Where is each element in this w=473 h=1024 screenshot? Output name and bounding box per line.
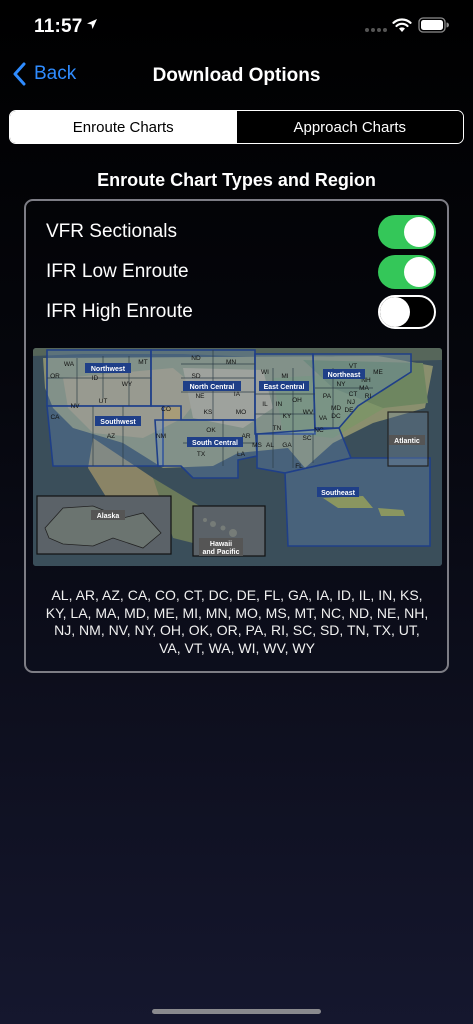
state-label: CA [50, 414, 60, 421]
battery-icon [418, 17, 449, 33]
region-label: Alaska [97, 513, 120, 520]
region-map[interactable]: WA MT ND MN OR ID SD WI WY NE IA NV UT CO KS MO … [33, 348, 442, 566]
region-label: Northeast [328, 372, 361, 379]
state-label: MT [138, 359, 147, 366]
tab-approach-charts[interactable]: Approach Charts [236, 111, 463, 143]
state-label: WI [261, 369, 269, 376]
state-label: VA [319, 415, 328, 422]
navigation-bar: Back Download Options [0, 52, 473, 100]
toggle-label: VFR Sectionals [46, 221, 177, 242]
chart-type-segmented-control: Enroute Charts Approach Charts [9, 110, 464, 144]
state-label: MN [226, 359, 236, 366]
state-label: NM [156, 433, 166, 440]
toggle-row-ifr-low-enroute: IFR Low Enroute [46, 254, 436, 290]
wifi-icon [392, 18, 412, 32]
region-label: and Pacific [203, 549, 240, 556]
region-label: North Central [190, 384, 235, 391]
state-label: PA [323, 393, 332, 400]
region-label: Northwest [91, 366, 126, 373]
state-label: ND [191, 355, 201, 362]
state-label: NJ [347, 399, 355, 406]
state-label: MA [359, 385, 369, 392]
state-label: IL [262, 401, 268, 408]
state-label: CT [349, 391, 358, 398]
state-label: RI [365, 393, 372, 400]
ifr-low-enroute-switch[interactable] [378, 255, 436, 289]
state-label: WA [64, 361, 75, 368]
location-arrow-icon [87, 19, 97, 29]
state-label: OK [206, 427, 216, 434]
state-label: TX [197, 451, 206, 458]
toggle-label: IFR Low Enroute [46, 261, 189, 282]
state-label: SD [191, 373, 200, 380]
state-label: MI [281, 373, 288, 380]
state-label: OH [292, 397, 302, 404]
toggle-label: IFR High Enroute [46, 301, 193, 322]
state-label: LA [237, 451, 246, 458]
state-label: FL [295, 463, 303, 470]
state-label: DC [331, 413, 341, 420]
state-label: NE [195, 393, 205, 400]
home-indicator[interactable] [152, 1009, 321, 1014]
state-label: TN [273, 425, 282, 432]
chart-options-panel: VFR Sectionals IFR Low Enroute IFR High … [24, 199, 449, 673]
state-label: SC [302, 435, 311, 442]
state-label: AL [266, 442, 274, 449]
state-label: MO [236, 409, 246, 416]
state-label: AZ [107, 433, 115, 440]
toggle-row-ifr-high-enroute: IFR High Enroute [46, 294, 436, 330]
state-label: DE [344, 407, 354, 414]
ifr-high-enroute-switch[interactable] [378, 295, 436, 329]
status-bar: 11:57 [0, 0, 473, 52]
state-label: MD [331, 405, 341, 412]
cellular-signal-icon [365, 28, 387, 32]
state-label: WV [303, 409, 314, 416]
region-label: East Central [264, 384, 305, 391]
state-label: NV [70, 403, 80, 410]
state-label: UT [99, 398, 108, 405]
region-label: Southwest [100, 419, 136, 426]
state-label: GA [282, 442, 292, 449]
section-title: Enroute Chart Types and Region [97, 170, 376, 190]
state-label: VT [349, 363, 357, 370]
page-title: Download Options [152, 65, 321, 86]
state-label: IA [234, 391, 241, 398]
vfr-sectionals-switch[interactable] [378, 215, 436, 249]
region-label: Hawaii [210, 541, 232, 548]
state-label: ID [92, 375, 99, 382]
state-list: AL, AR, AZ, CA, CO, CT, DC, DE, FL, GA, … [45, 587, 429, 656]
state-label: MS [252, 442, 262, 449]
toggle-row-vfr-sectionals: VFR Sectionals [46, 214, 436, 250]
region-label: South Central [192, 440, 238, 447]
state-label: CO [161, 406, 171, 413]
status-time: 11:57 [34, 16, 83, 37]
state-label: OR [50, 373, 60, 380]
state-label: ME [373, 369, 383, 376]
state-label: NY [336, 381, 346, 388]
state-label: NC [314, 427, 324, 434]
state-label: WY [122, 381, 133, 388]
state-label: IN [276, 401, 283, 408]
state-label: KY [283, 413, 292, 420]
region-label: Atlantic [394, 438, 420, 445]
tab-enroute-charts[interactable]: Enroute Charts [10, 111, 237, 143]
region-label: Southeast [321, 490, 356, 497]
state-label: KS [204, 409, 213, 416]
region-southwest [46, 405, 164, 467]
